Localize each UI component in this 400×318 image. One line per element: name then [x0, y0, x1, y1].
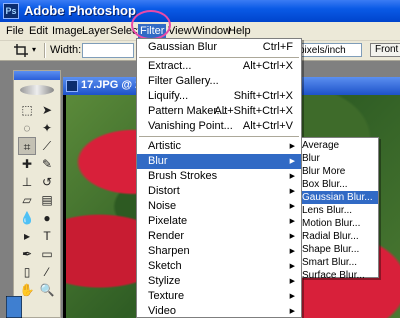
menu-item-pattern-maker[interactable]: Pattern Maker... Alt+Shift+Ctrl+X — [137, 104, 301, 119]
menu-item-filter-gallery[interactable]: Filter Gallery... — [137, 74, 301, 89]
menu-item-video[interactable]: Video ▶ — [137, 304, 301, 317]
submenu-item-lens-blur[interactable]: Lens Blur... — [302, 204, 378, 217]
menu-item-brush-strokes[interactable]: Brush Strokes ▶ — [137, 169, 301, 184]
triangle-right-icon: ▶ — [289, 173, 295, 180]
triangle-right-icon: ▶ — [289, 203, 295, 210]
menu-item-blur[interactable]: Blur ▶ — [137, 154, 301, 169]
resolution-unit-select[interactable]: pixels/inch — [296, 43, 362, 57]
menu-file[interactable]: File — [4, 24, 26, 38]
healing-brush-icon[interactable]: ✚ — [18, 155, 36, 173]
zoom-icon[interactable]: 🔍 — [38, 281, 56, 299]
path-selection-icon[interactable]: ▸ — [18, 227, 36, 245]
menu-item-distort[interactable]: Distort ▶ — [137, 184, 301, 199]
submenu-item-average[interactable]: Average — [302, 139, 378, 152]
menu-layer[interactable]: Layer — [80, 24, 112, 38]
submenu-item-blur-more[interactable]: Blur More — [302, 165, 378, 178]
menu-item-artistic[interactable]: Artistic ▶ — [137, 139, 301, 154]
submenu-item-radial-blur[interactable]: Radial Blur... — [302, 230, 378, 243]
toolbox-handle[interactable] — [14, 71, 60, 80]
magic-wand-icon[interactable]: ✦ — [38, 119, 56, 137]
menu-item-sharpen[interactable]: Sharpen ▶ — [137, 244, 301, 259]
brush-icon[interactable]: ✎ — [38, 155, 56, 173]
gradient-icon[interactable]: ▤ — [38, 191, 56, 209]
menu-item-last-filter[interactable]: Gaussian Blur Ctrl+F — [137, 40, 301, 55]
submenu-item-gaussian-blur[interactable]: Gaussian Blur... — [302, 191, 378, 204]
menu-item-pixelate[interactable]: Pixelate ▶ — [137, 214, 301, 229]
menu-help[interactable]: Help — [226, 24, 253, 38]
menu-item-liquify[interactable]: Liquify... Shift+Ctrl+X — [137, 89, 301, 104]
title-bar: Ps Adobe Photoshop — [0, 0, 400, 22]
options-separator — [44, 43, 46, 58]
marquee-icon[interactable]: ⬚ — [18, 101, 36, 119]
triangle-right-icon: ▶ — [289, 188, 295, 195]
triangle-right-icon: ▶ — [289, 263, 295, 270]
submenu-item-blur[interactable]: Blur — [302, 152, 378, 165]
shape-icon[interactable]: ▭ — [38, 245, 56, 263]
slice-icon[interactable]: ⟋ — [38, 137, 56, 155]
triangle-right-icon: ▶ — [289, 218, 295, 225]
window-title: Adobe Photoshop — [24, 3, 136, 18]
width-label: Width: — [50, 44, 82, 56]
menu-item-noise[interactable]: Noise ▶ — [137, 199, 301, 214]
clone-stamp-icon[interactable]: ⊥ — [18, 173, 36, 191]
move-icon[interactable]: ➤ — [38, 101, 56, 119]
submenu-item-shape-blur[interactable]: Shape Blur... — [302, 243, 378, 256]
crop-icon[interactable] — [14, 44, 28, 57]
feather-icon — [20, 85, 54, 95]
menu-item-texture[interactable]: Texture ▶ — [137, 289, 301, 304]
triangle-right-icon: ▶ — [289, 308, 295, 315]
submenu-item-smart-blur[interactable]: Smart Blur... — [302, 256, 378, 269]
notes-icon[interactable]: ▯ — [18, 263, 36, 281]
blur-submenu: Average Blur Blur More Box Blur... Gauss… — [301, 137, 379, 278]
history-brush-icon[interactable]: ↺ — [38, 173, 56, 191]
triangle-right-icon: ▶ — [289, 233, 295, 240]
foreground-color-swatch[interactable] — [6, 296, 22, 318]
filter-menu: Gaussian Blur Ctrl+F Extract... Alt+Ctrl+X… — [136, 38, 302, 318]
triangle-right-icon: ▶ — [289, 143, 295, 150]
toolbox: ⬚ ➤ ◌ ✦ ⌗ ⟋ ✚ ✎ ⊥ ↺ ▱ ▤ 💧 ● ▸ T ✒ ▭ ▯ ⁄ … — [13, 70, 61, 318]
triangle-right-icon: ▶ — [289, 293, 295, 300]
type-icon[interactable]: T — [38, 227, 56, 245]
menu-edit[interactable]: Edit — [27, 24, 50, 38]
menu-item-sketch[interactable]: Sketch ▶ — [137, 259, 301, 274]
front-image-button[interactable]: Front — [370, 43, 400, 57]
eyedropper-icon[interactable]: ⁄ — [38, 263, 56, 281]
highlight-circle — [131, 10, 171, 40]
menu-item-stylize[interactable]: Stylize ▶ — [137, 274, 301, 289]
triangle-right-icon: ▶ — [289, 248, 295, 255]
menu-item-extract[interactable]: Extract... Alt+Ctrl+X — [137, 59, 301, 74]
menu-separator — [139, 136, 299, 137]
document-icon — [66, 80, 78, 92]
triangle-right-icon: ▶ — [289, 278, 295, 285]
dodge-icon[interactable]: ● — [38, 209, 56, 227]
photoshop-icon[interactable]: Ps — [3, 3, 19, 19]
crop-tool-icon[interactable]: ⌗ — [18, 137, 36, 155]
lasso-icon[interactable]: ◌ — [18, 119, 36, 137]
submenu-item-surface-blur[interactable]: Surface Blur... — [302, 269, 378, 278]
submenu-item-box-blur[interactable]: Box Blur... — [302, 178, 378, 191]
width-field[interactable] — [82, 43, 134, 58]
triangle-right-icon: ▶ — [289, 158, 295, 165]
submenu-item-motion-blur[interactable]: Motion Blur... — [302, 217, 378, 230]
menu-separator — [139, 57, 299, 58]
eraser-icon[interactable]: ▱ — [18, 191, 36, 209]
menu-item-vanishing-point[interactable]: Vanishing Point... Alt+Ctrl+V — [137, 119, 301, 134]
tool-preset-arrow-icon[interactable]: ▾ — [32, 45, 36, 54]
menu-item-render[interactable]: Render ▶ — [137, 229, 301, 244]
pen-icon[interactable]: ✒ — [18, 245, 36, 263]
blur-tool-icon[interactable]: 💧 — [18, 209, 36, 227]
